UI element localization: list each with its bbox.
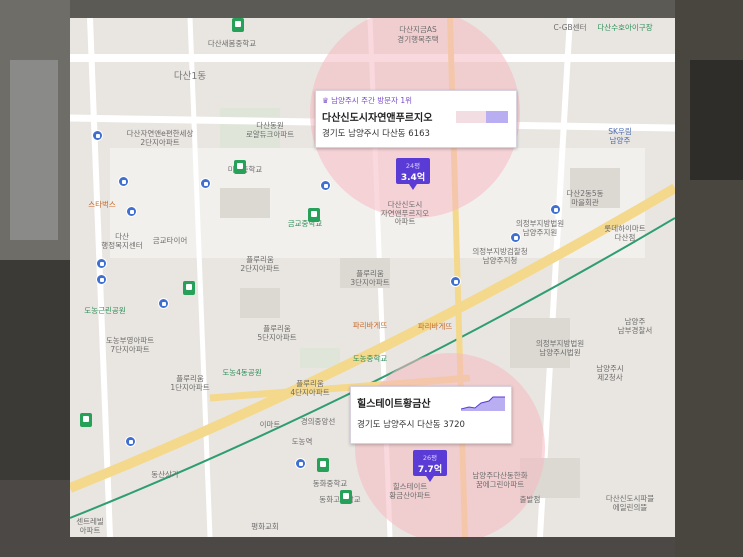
highlight-circle-bottom [355,353,545,537]
pin-size: 26평 [422,454,438,462]
price-sparkline-icon [461,396,505,411]
card-address: 경기도 남양주시 다산동 3720 [357,420,465,430]
pin-size: 24평 [405,162,421,170]
price-sparkline-icon [456,111,508,123]
pin-price: 3.4억 [400,173,426,183]
price-pin-bottom[interactable]: 26평 7.7억 [413,450,447,482]
pin-price: 7.7억 [417,465,443,475]
apartment-card-bottom[interactable]: 힐스테이트황금산 경기도 남양주시 다산동 3720 [350,386,512,444]
price-pin-top[interactable]: 24평 3.4억 [396,158,430,190]
card-address: 경기도 남양주시 다산동 6163 [322,129,430,139]
weekly-rank-badge: ♛ 남양주시 주간 방문자 1위 [322,96,413,105]
apartment-card-top[interactable]: ♛ 남양주시 주간 방문자 1위 다산신도시자연앤푸르지오 경기도 남양주시 다… [315,90,517,148]
